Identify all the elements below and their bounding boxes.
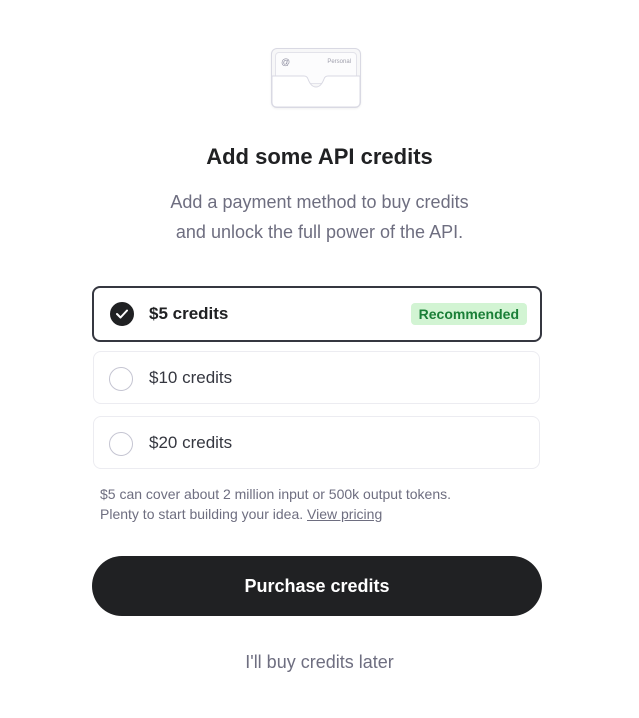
credits-note: $5 can cover about 2 million input or 50… <box>100 484 540 524</box>
credit-option-10[interactable]: $10 credits <box>93 351 540 404</box>
wallet-icon: @ Personal <box>271 48 361 108</box>
buy-later-link[interactable]: I'll buy credits later <box>0 652 639 673</box>
subtitle-line-2: and unlock the full power of the API. <box>175 222 464 242</box>
credit-option-5[interactable]: $5 credits Recommended <box>92 286 542 342</box>
page-subtitle: Add a payment method to buy credits and … <box>0 187 639 247</box>
credit-option-label: $20 credits <box>149 433 233 452</box>
credit-option-20[interactable]: $20 credits <box>93 416 540 469</box>
wallet-card-label: Personal <box>327 59 351 65</box>
wallet-pocket <box>271 75 361 108</box>
credit-option-label: $5 credits <box>149 304 229 323</box>
page-title: Add some API credits <box>206 144 433 169</box>
note-line-1: $5 can cover about 2 million input or 50… <box>100 486 451 502</box>
radio-unchecked-icon[interactable] <box>109 432 133 456</box>
purchase-credits-button[interactable]: Purchase credits <box>92 556 542 616</box>
radio-unchecked-icon[interactable] <box>109 367 133 391</box>
recommended-badge: Recommended <box>410 303 527 325</box>
credit-option-label: $10 credits <box>149 368 233 387</box>
check-icon <box>116 309 128 319</box>
note-line-2: Plenty to start building your idea. View… <box>100 504 540 524</box>
subtitle-line-1: Add a payment method to buy credits <box>170 192 469 212</box>
at-symbol-icon: @ <box>281 57 291 67</box>
note-line-2-text: Plenty to start building your idea. <box>100 506 304 522</box>
radio-checked-icon[interactable] <box>110 302 134 326</box>
view-pricing-link[interactable]: View pricing <box>307 506 382 522</box>
